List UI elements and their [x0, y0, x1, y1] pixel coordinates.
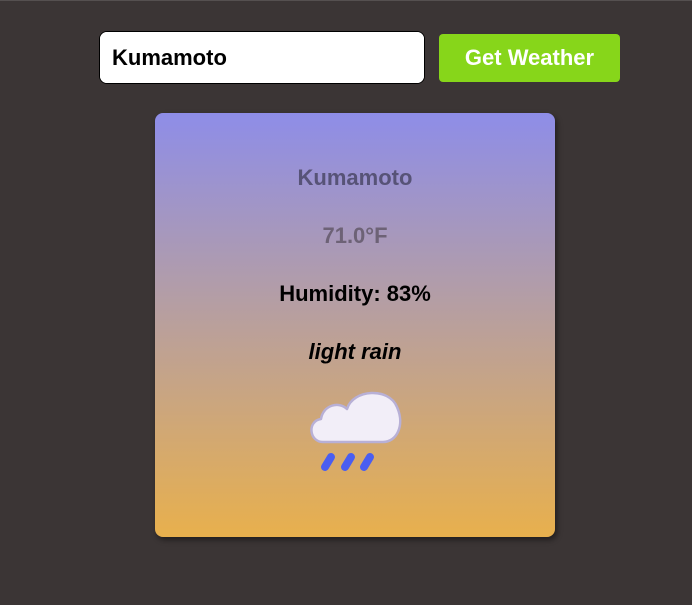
cloud-shape	[310, 391, 402, 444]
window-top-border	[0, 0, 692, 1]
city-search-input[interactable]	[99, 31, 425, 84]
get-weather-button[interactable]: Get Weather	[439, 33, 620, 82]
weather-card: Kumamoto 71.0°F Humidity: 83% light rain	[155, 113, 555, 537]
search-bar: Get Weather	[99, 31, 620, 84]
temperature: 71.0°F	[322, 223, 388, 248]
rain-cloud-icon	[310, 391, 402, 471]
rain-drops	[321, 453, 374, 471]
city-name: Kumamoto	[297, 165, 413, 190]
humidity: Humidity: 83%	[279, 281, 431, 306]
weather-description: light rain	[308, 339, 402, 364]
